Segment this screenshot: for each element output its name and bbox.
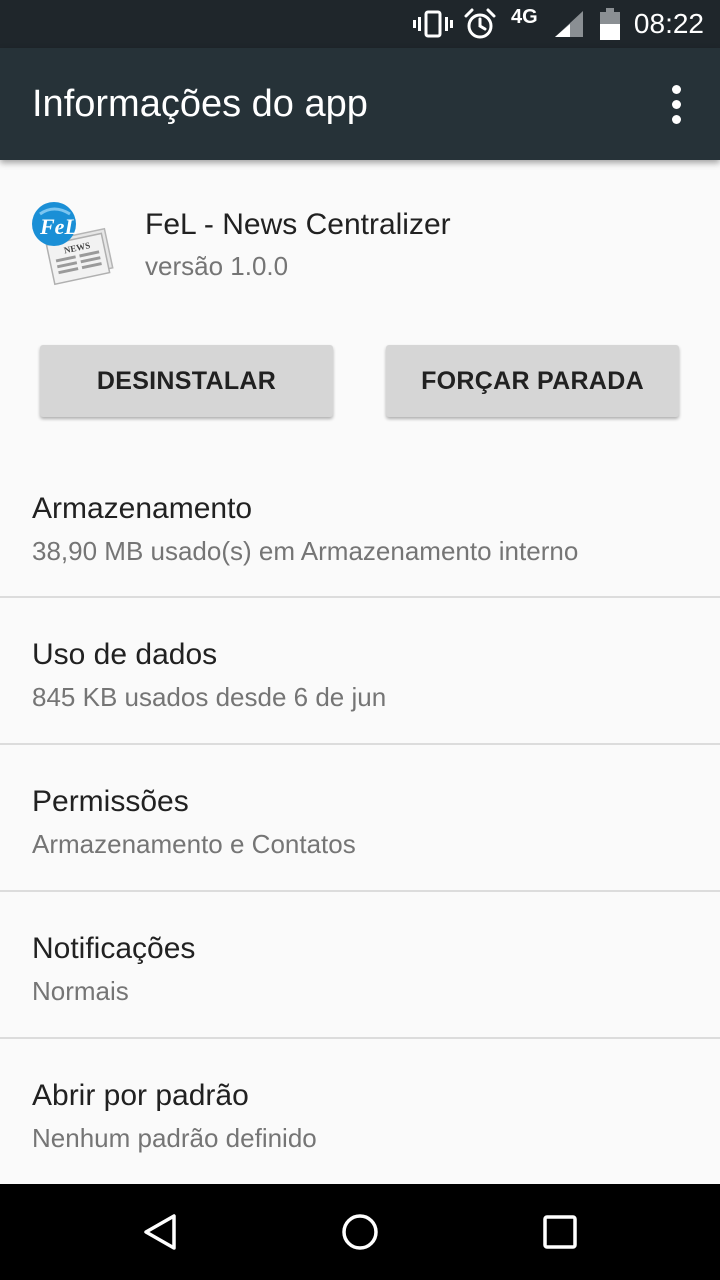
list-item-title: Notificações [32, 932, 196, 965]
svg-text:FeL: FeL [39, 214, 78, 239]
list-item-subtitle: Nenhum padrão definido [32, 1123, 317, 1153]
recents-icon[interactable] [500, 1184, 620, 1280]
app-name: FeL - News Centralizer [145, 208, 451, 241]
vibrate-icon [412, 0, 454, 48]
list-item-data-usage[interactable]: Uso de dados 845 KB usados desde 6 de ju… [0, 598, 720, 744]
list-item-title: Abrir por padrão [32, 1079, 249, 1112]
list-item-subtitle: Normais [32, 976, 129, 1006]
app-version: versão 1.0.0 [145, 251, 289, 281]
home-icon[interactable] [300, 1184, 420, 1280]
list-item-open-by-default[interactable]: Abrir por padrão Nenhum padrão definido [0, 1039, 720, 1185]
more-vert-icon[interactable] [652, 78, 700, 130]
network-type: 4G [511, 6, 538, 28]
clock: 08:22 [633, 8, 704, 39]
list-item-notifications[interactable]: Notificações Normais [0, 892, 720, 1038]
force-stop-button[interactable]: FORÇAR PARADA [386, 345, 679, 417]
list-item-subtitle: 38,90 MB usado(s) em Armazenamento inter… [32, 536, 579, 566]
list-item-title: Armazenamento [32, 492, 253, 525]
page-title: Informações do app [32, 82, 368, 125]
status-bar: 4G 08:22 [0, 0, 720, 48]
app-bar: Informações do app [0, 48, 720, 160]
app-icon: NEWS FeL [30, 200, 116, 286]
list-item-subtitle: 845 KB usados desde 6 de jun [32, 682, 387, 712]
signal-icon [552, 0, 586, 48]
alarm-icon [462, 0, 498, 48]
back-icon[interactable] [100, 1184, 220, 1280]
list-item-storage[interactable]: Armazenamento 38,90 MB usado(s) em Armaz… [0, 452, 720, 598]
list-item-permissions[interactable]: Permissões Armazenamento e Contatos [0, 745, 720, 891]
list-item-title: Permissões [32, 785, 189, 818]
list-item-subtitle: Armazenamento e Contatos [32, 829, 356, 859]
uninstall-button[interactable]: DESINSTALAR [40, 345, 333, 417]
list-item-title: Uso de dados [32, 638, 218, 671]
battery-icon [597, 0, 623, 48]
navigation-bar [0, 1184, 720, 1280]
